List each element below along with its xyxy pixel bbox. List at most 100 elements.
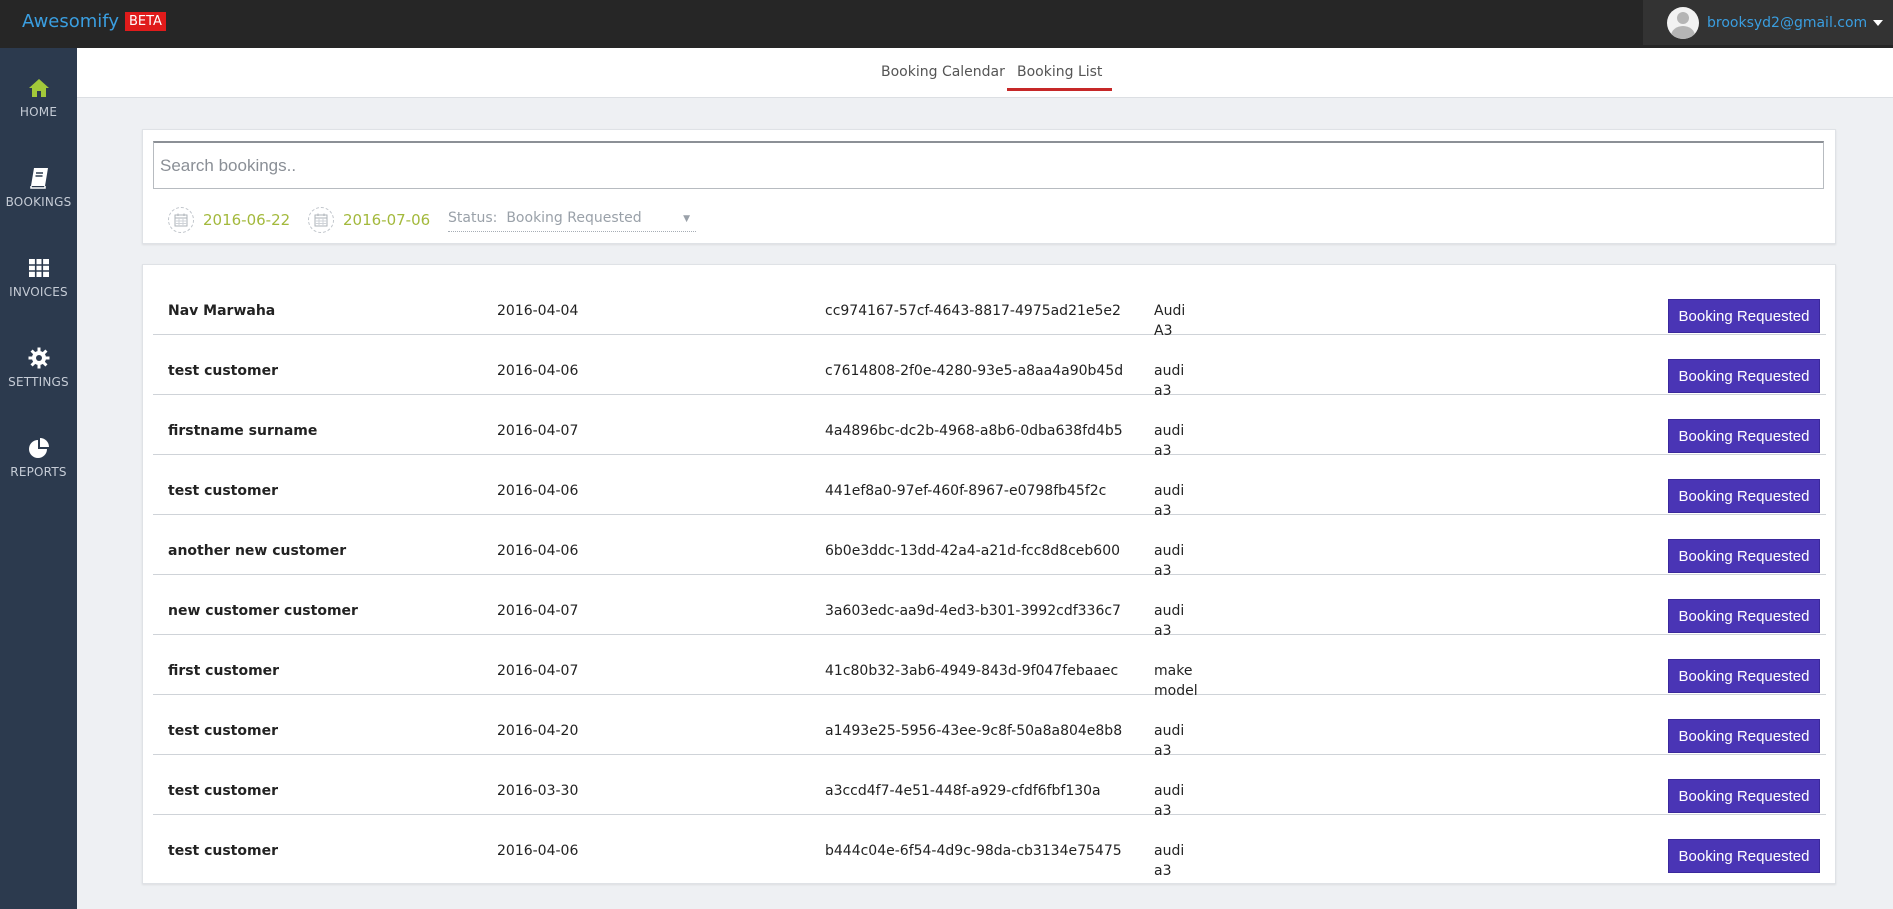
customer-name: test customer: [168, 483, 278, 499]
vehicle-make: audi: [1154, 483, 1185, 499]
avatar: [1667, 6, 1699, 39]
booking-date: 2016-04-06: [497, 843, 579, 859]
vehicle-make: audi: [1154, 723, 1185, 739]
booking-id: a3ccd4f7-4e51-448f-a929-cfdf6fbf130a: [825, 783, 1101, 799]
customer-name: test customer: [168, 363, 278, 379]
tab-booking-list[interactable]: Booking List: [1007, 64, 1113, 91]
vehicle-make: audi: [1154, 543, 1185, 559]
filter-panel: 2016-06-22 2016-07-06 Status: Booking Re…: [142, 129, 1836, 244]
customer-name: test customer: [168, 723, 278, 739]
customer-name: Nav Marwaha: [168, 303, 276, 319]
vehicle-make: audi: [1154, 423, 1185, 439]
table-row[interactable]: new customer customer 2016-04-07 3a603ed…: [153, 575, 1826, 639]
top-bar: Awesomify BETA brooksyd2@gmail.com: [0, 0, 1893, 48]
start-date-picker[interactable]: 2016-06-22: [168, 207, 290, 233]
table-row[interactable]: firstname surname 2016-04-07 4a4896bc-dc…: [153, 395, 1826, 459]
status-value: Booking Requested: [506, 210, 642, 226]
user-email: brooksyd2@gmail.com: [1707, 14, 1868, 31]
table-row[interactable]: test customer 2016-03-30 a3ccd4f7-4e51-4…: [153, 755, 1826, 819]
vehicle-make: audi: [1154, 783, 1185, 799]
end-date-value: 2016-07-06: [343, 211, 431, 229]
end-date-picker[interactable]: 2016-07-06: [308, 207, 430, 233]
start-date-value: 2016-06-22: [203, 211, 291, 229]
booking-id: 3a603edc-aa9d-4ed3-b301-3992cdf336c7: [825, 603, 1121, 619]
status-label: Status:: [448, 210, 498, 226]
booking-date: 2016-04-06: [497, 483, 579, 499]
booking-date: 2016-04-07: [497, 663, 579, 679]
beta-badge: BETA: [124, 12, 166, 31]
sidebar-item-settings[interactable]: SETTINGS: [0, 328, 77, 408]
vehicle: audi a3: [1154, 841, 1184, 881]
status-button[interactable]: Booking Requested: [1668, 479, 1820, 513]
table-row[interactable]: test customer 2016-04-20 a1493e25-5956-4…: [153, 695, 1826, 759]
status-button[interactable]: Booking Requested: [1668, 839, 1820, 873]
sidebar-item-reports[interactable]: REPORTS: [0, 418, 77, 498]
status-button[interactable]: Booking Requested: [1668, 719, 1820, 753]
booking-id: 4a4896bc-dc2b-4968-a8b6-0dba638fd4b5: [825, 423, 1123, 439]
sidebar-item-bookings[interactable]: BOOKINGS: [0, 148, 77, 228]
booking-id: 6b0e3ddc-13dd-42a4-a21d-fcc8d8ceb600: [825, 543, 1121, 559]
sidebar-item-label: REPORTS: [10, 465, 67, 479]
booking-id: a1493e25-5956-43ee-9c8f-50a8a804e8b8: [825, 723, 1123, 739]
table-row[interactable]: Nav Marwaha 2016-04-04 cc974167-57cf-464…: [153, 275, 1826, 339]
gear-icon: [28, 347, 49, 369]
sidebar-item-label: INVOICES: [9, 285, 68, 299]
pie-chart-icon: [28, 438, 49, 458]
sidebar: HOME BOOKINGS INVOICES SETTINGS REPORTS: [0, 48, 77, 909]
vehicle-make: make: [1154, 663, 1193, 679]
chevron-down-icon: [1873, 19, 1884, 26]
booking-id: 441ef8a0-97ef-460f-8967-e0798fb45f2c: [825, 483, 1107, 499]
status-button[interactable]: Booking Requested: [1668, 359, 1820, 393]
booking-list: Nav Marwaha 2016-04-04 cc974167-57cf-464…: [142, 264, 1836, 884]
booking-date: 2016-03-30: [497, 783, 579, 799]
vehicle-make: audi: [1154, 843, 1185, 859]
booking-date: 2016-04-06: [497, 543, 579, 559]
sidebar-item-label: HOME: [19, 105, 58, 119]
tab-booking-calendar[interactable]: Booking Calendar: [881, 64, 1005, 88]
status-button[interactable]: Booking Requested: [1668, 779, 1820, 813]
customer-name: test customer: [168, 843, 278, 859]
app-name: Awesomify: [22, 11, 119, 32]
booking-date: 2016-04-07: [497, 603, 579, 619]
user-menu[interactable]: brooksyd2@gmail.com: [1643, 0, 1893, 45]
booking-date: 2016-04-07: [497, 423, 579, 439]
status-button[interactable]: Booking Requested: [1668, 299, 1820, 333]
customer-name: first customer: [168, 663, 280, 679]
search-input[interactable]: [153, 141, 1824, 189]
book-icon: [29, 168, 48, 189]
vehicle-model: a3: [1154, 863, 1172, 879]
status-button[interactable]: Booking Requested: [1668, 539, 1820, 573]
booking-id: c7614808-2f0e-4280-93e5-a8aa4a90b45d: [825, 363, 1124, 379]
calendar-icon: [308, 207, 334, 233]
table-row[interactable]: test customer 2016-04-06 b444c04e-6f54-4…: [153, 815, 1826, 879]
table-row[interactable]: first customer 2016-04-07 41c80b32-3ab6-…: [153, 635, 1826, 699]
booking-date: 2016-04-20: [497, 723, 579, 739]
status-button[interactable]: Booking Requested: [1668, 599, 1820, 633]
booking-id: b444c04e-6f54-4d9c-98da-cb3134e75475: [825, 843, 1122, 859]
app-logo[interactable]: Awesomify BETA: [22, 11, 166, 32]
home-icon: [28, 79, 49, 97]
booking-date: 2016-04-04: [497, 303, 579, 319]
sidebar-item-invoices[interactable]: INVOICES: [0, 238, 77, 318]
table-row[interactable]: another new customer 2016-04-06 6b0e3ddc…: [153, 515, 1826, 579]
vehicle-make: Audi: [1154, 303, 1186, 319]
booking-date: 2016-04-06: [497, 363, 579, 379]
customer-name: firstname surname: [168, 423, 318, 439]
table-row[interactable]: test customer 2016-04-06 441ef8a0-97ef-4…: [153, 455, 1826, 519]
sub-navigation: Booking Calendar Booking List: [77, 48, 1893, 98]
vehicle-make: audi: [1154, 363, 1185, 379]
status-button[interactable]: Booking Requested: [1668, 659, 1820, 693]
status-select[interactable]: Status: Booking Requested ▼: [448, 210, 696, 232]
chevron-down-icon: ▼: [683, 214, 690, 224]
customer-name: another new customer: [168, 543, 347, 559]
booking-id: cc974167-57cf-4643-8817-4975ad21e5e2: [825, 303, 1121, 319]
vehicle-make: audi: [1154, 603, 1185, 619]
booking-id: 41c80b32-3ab6-4949-843d-9f047febaaec: [825, 663, 1119, 679]
table-icon: [28, 259, 49, 277]
customer-name: test customer: [168, 783, 278, 799]
status-button[interactable]: Booking Requested: [1668, 419, 1820, 453]
table-row[interactable]: test customer 2016-04-06 c7614808-2f0e-4…: [153, 335, 1826, 399]
calendar-icon: [168, 207, 194, 233]
sidebar-item-home[interactable]: HOME: [0, 58, 77, 138]
sidebar-item-label: BOOKINGS: [5, 195, 72, 209]
